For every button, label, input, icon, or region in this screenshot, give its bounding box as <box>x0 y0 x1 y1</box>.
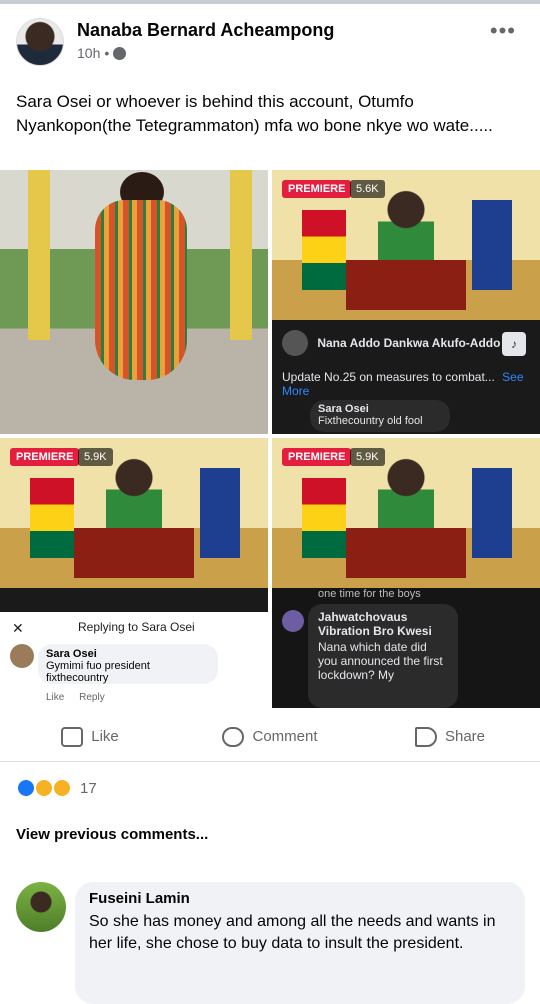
more-options-icon[interactable]: ••• <box>490 18 516 44</box>
podium <box>346 260 466 310</box>
podium <box>346 528 466 578</box>
reply-text: Gymimi fuo president fixthecountry <box>46 660 150 684</box>
flag-ghana <box>302 210 346 290</box>
flag-blue <box>472 200 512 290</box>
comment-label: Comment <box>252 728 318 745</box>
like-reaction-icon <box>16 778 36 798</box>
overflow-comment: one time for the boys <box>318 588 421 600</box>
like-label: Like <box>91 728 119 745</box>
views-badge: 5.6K <box>350 180 385 198</box>
comment-text: Nana which date did you announced the fi… <box>318 640 443 682</box>
author-name[interactable]: Nanaba Bernard Acheampong <box>77 20 334 41</box>
flag-ghana <box>302 478 346 558</box>
commenter-avatar <box>282 610 304 632</box>
wow-reaction-icon <box>34 778 54 798</box>
post-time[interactable]: 10h <box>77 45 100 61</box>
comment-author[interactable]: Fuseini Lamin <box>89 890 511 907</box>
close-icon[interactable]: ✕ <box>12 620 24 637</box>
page-name[interactable]: Nana Addo Dankwa Akufo-Addo <box>317 336 500 350</box>
bell-icon[interactable]: ♪ <box>502 332 526 356</box>
haha-reaction-icon <box>52 778 72 798</box>
top-divider <box>0 0 540 4</box>
flag-blue <box>472 468 512 558</box>
comment-button[interactable]: Comment <box>180 712 360 761</box>
reply-comment: Sara Osei Gymimi fuo president fixthecou… <box>38 644 218 684</box>
views-badge: 5.9K <box>350 448 385 466</box>
speaker <box>378 190 434 260</box>
reply-reply-button[interactable]: Reply <box>79 692 105 703</box>
screenshot-live-3[interactable]: PREMIERE 5.9K one time for the boys Jahw… <box>272 438 540 708</box>
share-icon <box>414 726 437 747</box>
screenshot-live-1[interactable]: PREMIERE 5.6K Nana Addo Dankwa Akufo-Add… <box>272 170 540 434</box>
caption-row: Update No.25 on measures to combat... Se… <box>282 370 540 398</box>
thumbs-up-icon <box>61 726 84 747</box>
commenter-avatar[interactable] <box>16 882 66 932</box>
action-bar: Like Comment Share <box>0 712 540 762</box>
speaker <box>106 458 162 528</box>
share-button[interactable]: Share <box>360 712 540 761</box>
speaker <box>378 458 434 528</box>
comment-text: So she has money and among all the needs… <box>89 913 496 952</box>
comment-author: Jahwatchovaus Vibration Bro Kwesi <box>318 610 432 638</box>
page-avatar <box>282 330 308 356</box>
globe-icon <box>113 46 127 60</box>
flag-blue <box>200 468 240 558</box>
premiere-badge: PREMIERE <box>282 448 352 466</box>
comment-text: Fixthecountry old fool <box>318 415 423 427</box>
views-badge: 5.9K <box>78 448 113 466</box>
comment: Fuseini Lamin So she has money and among… <box>75 882 525 1004</box>
pillar <box>28 170 50 340</box>
premiere-badge: PREMIERE <box>10 448 80 466</box>
post-header: Nanaba Bernard Acheampong 10h • ••• <box>16 18 524 70</box>
screenshot-live-2[interactable]: PREMIERE 5.9K ✕ Replying to Sara Osei Sa… <box>0 438 268 708</box>
live-comment: Jahwatchovaus Vibration Bro Kwesi Nana w… <box>308 604 458 708</box>
reply-author: Sara Osei <box>46 648 97 660</box>
reactions-summary[interactable]: 17 <box>16 778 97 798</box>
video-caption: Update No.25 on measures to combat... <box>282 370 495 384</box>
flag-ghana <box>30 478 74 558</box>
person-dress <box>95 200 187 380</box>
share-label: Share <box>444 728 486 745</box>
comment-author: Sara Osei <box>318 403 369 415</box>
view-previous-comments[interactable]: View previous comments... <box>16 826 208 843</box>
photo-woman[interactable] <box>0 170 268 434</box>
post-text: Sara Osei or whoever is behind this acco… <box>16 92 493 135</box>
author-avatar[interactable] <box>16 18 64 66</box>
replying-to: Replying to Sara Osei <box>78 620 195 634</box>
reply-like-button[interactable]: Like <box>46 692 64 703</box>
comment-icon <box>222 726 245 747</box>
reply-avatar <box>10 644 34 668</box>
live-comment: Sara Osei Fixthecountry old fool <box>310 400 450 432</box>
podium <box>74 528 194 578</box>
reaction-count: 17 <box>80 779 97 797</box>
pillar <box>230 170 252 340</box>
like-button[interactable]: Like <box>0 712 180 761</box>
page-row: Nana Addo Dankwa Akufo-Addo ♪ <box>282 330 540 358</box>
post-meta: 10h • <box>77 45 127 61</box>
reply-actions: Like Reply <box>46 692 105 703</box>
image-grid[interactable]: PREMIERE 5.6K Nana Addo Dankwa Akufo-Add… <box>0 170 540 708</box>
premiere-badge: PREMIERE <box>282 180 352 198</box>
reply-panel: ✕ Replying to Sara Osei Sara Osei Gymimi… <box>0 612 268 708</box>
